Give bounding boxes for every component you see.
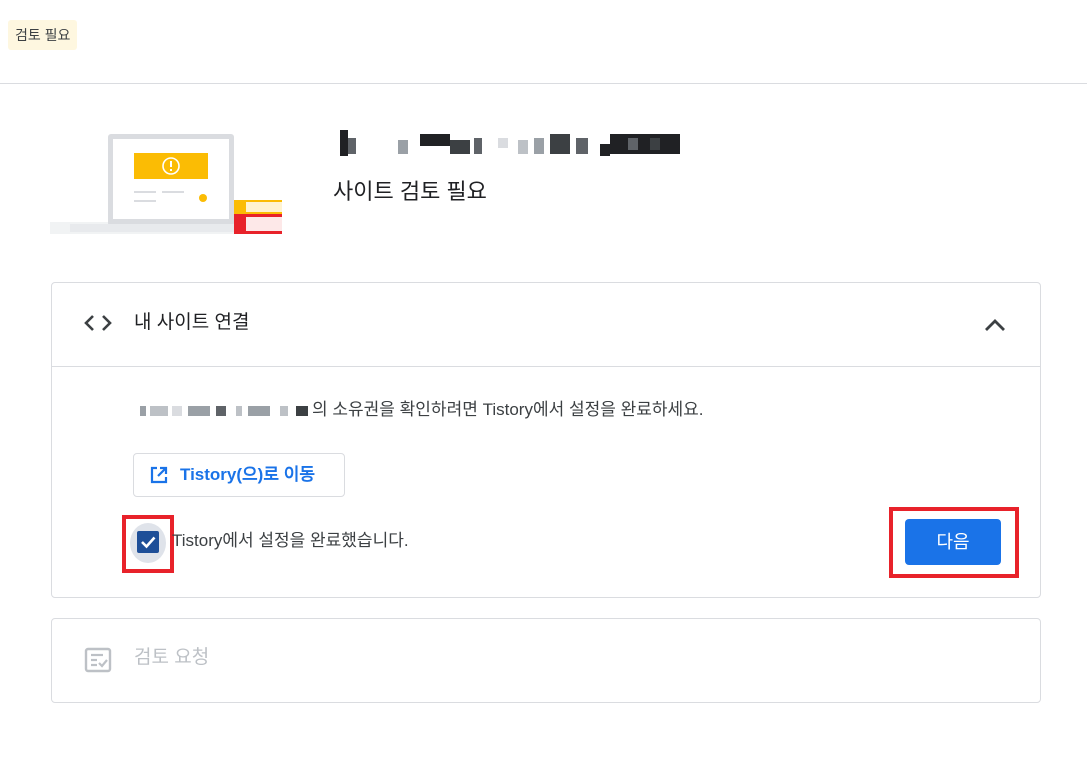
connect-site-card: 내 사이트 연결 의 소유권을 확인하려면 Tistory에서 설정을 완료하세… xyxy=(51,282,1041,598)
review-request-icon xyxy=(84,647,112,673)
instruction-text: 의 소유권을 확인하려면 Tistory에서 설정을 완료하세요. xyxy=(312,400,704,419)
checkbox-box[interactable] xyxy=(137,531,159,553)
chevron-up-icon[interactable] xyxy=(980,310,1010,340)
review-request-card: 검토 요청 xyxy=(51,618,1041,703)
setup-complete-label[interactable]: Tistory에서 설정을 완료했습니다. xyxy=(172,528,409,554)
hero-illustration xyxy=(50,134,282,234)
open-in-new-icon xyxy=(150,466,168,484)
checkmark-icon xyxy=(141,536,156,549)
review-request-title: 검토 요청 xyxy=(134,647,210,668)
code-icon xyxy=(84,315,112,331)
status-chip: 검토 필요 xyxy=(8,20,78,50)
page-title: 사이트 검토 필요 xyxy=(333,179,487,204)
site-name-redacted xyxy=(338,130,698,156)
site-owner-redacted xyxy=(140,403,312,419)
go-to-tistory-label: Tistory(으)로 이동 xyxy=(180,465,315,484)
setup-complete-checkbox[interactable] xyxy=(122,515,174,573)
top-bar: 검토 필요 xyxy=(0,0,1087,84)
ownership-instruction: 의 소유권을 확인하려면 Tistory에서 설정을 완료하세요. xyxy=(140,397,704,423)
connect-site-title: 내 사이트 연결 xyxy=(134,312,250,333)
go-to-tistory-button[interactable]: Tistory(으)로 이동 xyxy=(133,453,345,497)
connect-site-card-header[interactable]: 내 사이트 연결 xyxy=(52,283,1040,367)
next-button[interactable]: 다음 xyxy=(905,519,1001,565)
